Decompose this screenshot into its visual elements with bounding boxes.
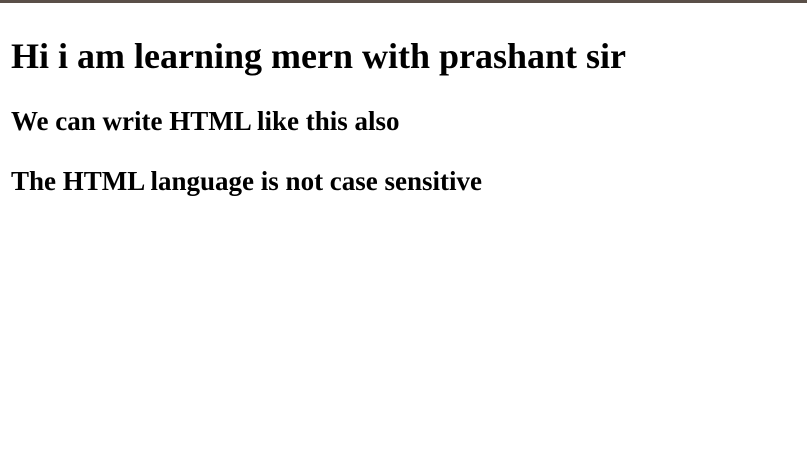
page-heading: Hi i am learning mern with prashant sir	[11, 36, 627, 76]
subheading-case-sensitive: The HTML language is not case sensitive	[11, 166, 483, 196]
page-content: Hi i am learning mern with prashant sir …	[0, 3, 807, 457]
subheading-html-write: We can write HTML like this also	[11, 106, 400, 136]
